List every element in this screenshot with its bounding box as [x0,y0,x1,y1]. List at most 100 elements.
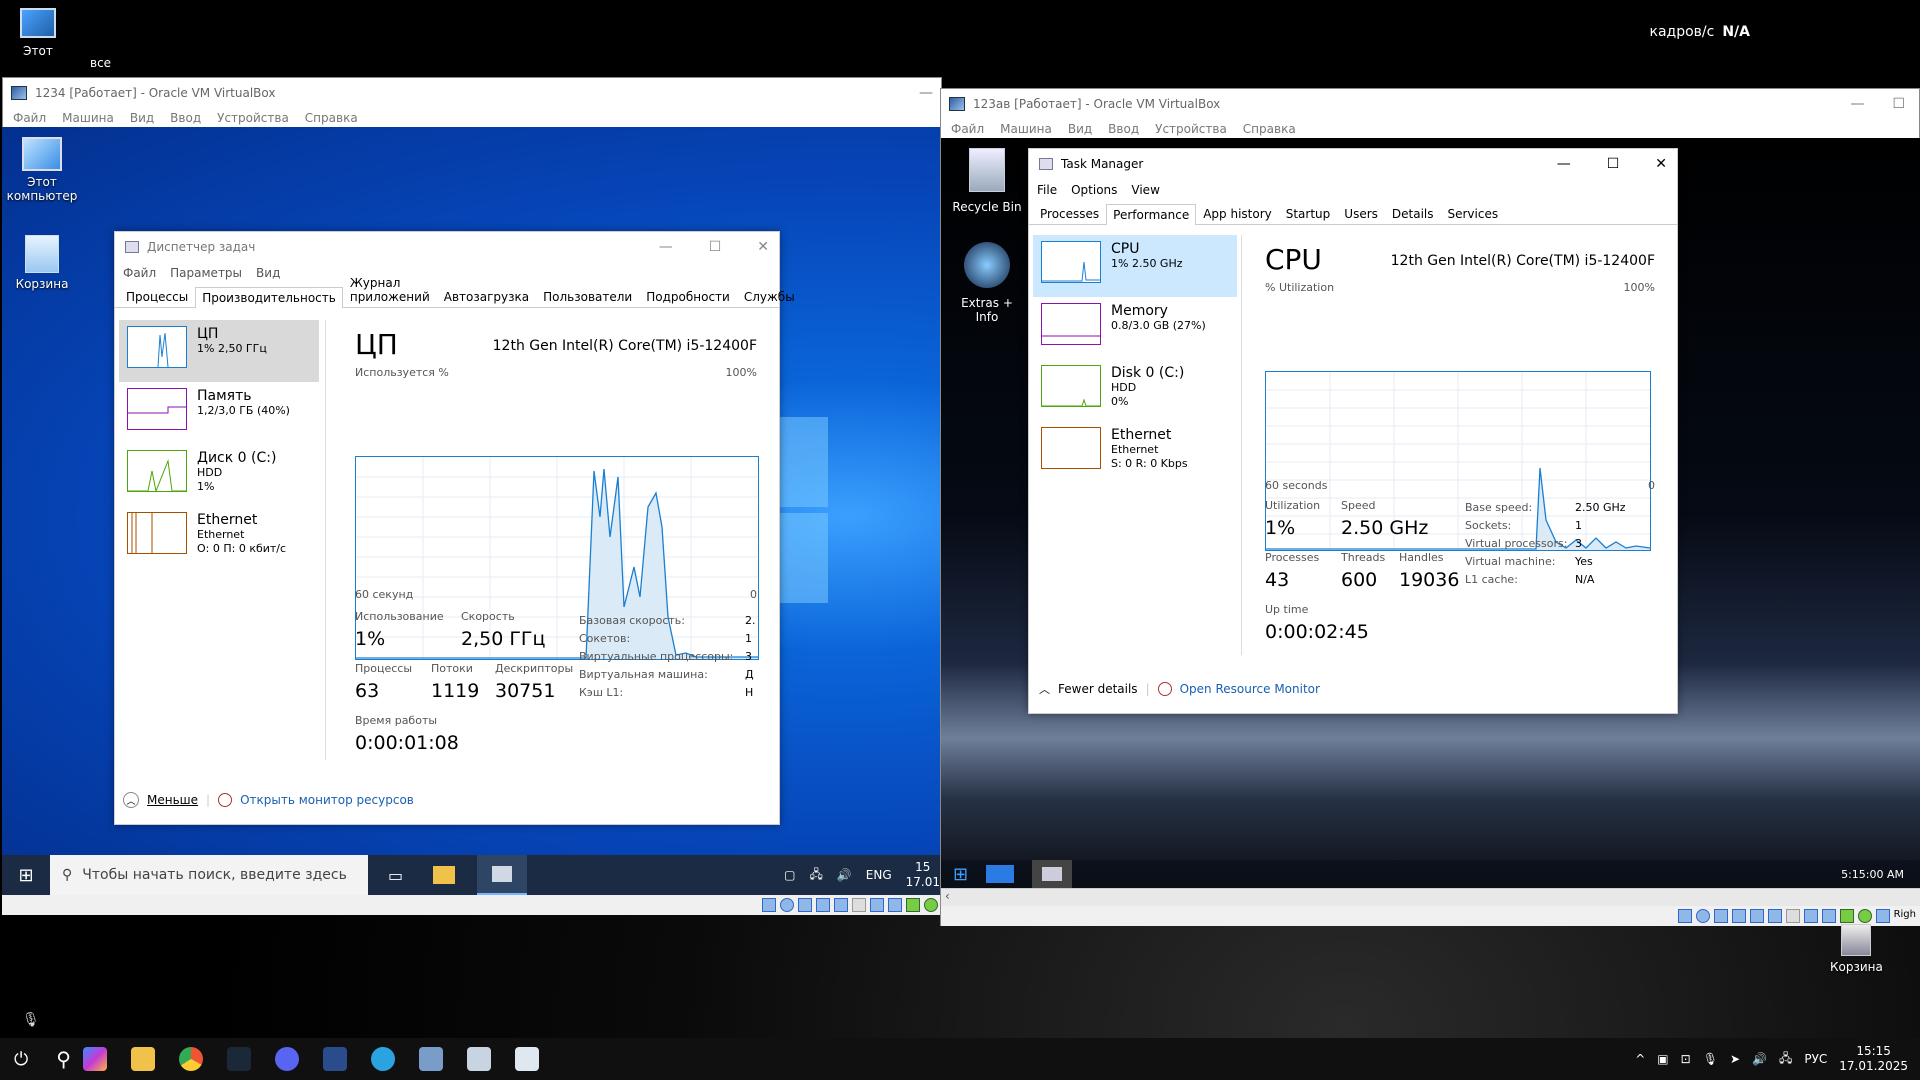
clock[interactable]: 5:15:00 AM [1841,868,1920,881]
tab-services[interactable]: Services [1441,203,1506,224]
language-indicator[interactable]: РУС [1804,1052,1827,1066]
windows-icon[interactable]: ⊞ [953,864,968,885]
taskbar-task-manager[interactable] [477,855,528,895]
menu-view[interactable]: Вид [256,266,280,280]
microphone-icon[interactable]: 🎙 [22,1012,40,1028]
menu-view[interactable]: View [1131,183,1159,197]
menu-help[interactable]: Справка [1243,122,1296,136]
menu-options[interactable]: Options [1071,183,1117,197]
audio-icon[interactable] [798,898,812,912]
tab-details[interactable]: Details [1385,203,1441,224]
tab-users[interactable]: Пользователи [536,286,639,307]
sidebar-item-ethernet[interactable]: Ethernet Ethernet О: 0 П: 0 кбит/с [119,506,319,568]
network-adapter-icon[interactable] [1731,909,1746,923]
menu-input[interactable]: Ввод [170,111,201,125]
telegram-tray-icon[interactable]: ➤ [1730,1052,1740,1066]
mouse-integration-icon[interactable] [924,898,938,912]
desktop-icon-recycle-bin[interactable]: Recycle Bin [949,148,1025,214]
tab-app-history[interactable]: Журнал приложений [343,272,437,307]
chevron-up-icon[interactable]: ︿ [123,792,139,808]
display-icon[interactable] [1803,909,1818,923]
minimize-icon[interactable]: — [1850,96,1864,112]
tab-performance[interactable]: Performance [1106,204,1197,225]
arrow-icon[interactable] [1875,909,1890,923]
volume-icon[interactable]: 🔊 [1752,1052,1767,1066]
clock[interactable]: 15:15 17.01.2025 [1839,1044,1908,1074]
sidebar-item-cpu[interactable]: CPU 1% 2.50 GHz [1033,235,1237,297]
tray-app-icon[interactable]: ▣ [1657,1052,1668,1066]
chevron-up-icon[interactable]: ︿ [1039,681,1050,697]
file-explorer-icon[interactable] [433,866,456,884]
cpu-load-icon[interactable] [1839,909,1854,923]
display-icon[interactable] [870,898,884,912]
network-icon[interactable]: 🖧 [809,865,822,886]
sidebar-item-disk[interactable]: Диск 0 (C:) HDD 1% [119,444,319,506]
tab-performance[interactable]: Производительность [195,287,343,308]
storage-icon[interactable] [1677,909,1692,923]
maximize-icon[interactable]: ☐ [1607,156,1620,172]
shared-folders-icon[interactable] [852,898,866,912]
start-button[interactable]: ⊞ [2,865,50,886]
desktop-icon-this-pc[interactable]: Этот компьютер [4,137,80,203]
sidebar-item-cpu[interactable]: ЦП 1% 2,50 ГГц [119,320,319,382]
menu-input[interactable]: Ввод [1108,122,1139,136]
menu-file[interactable]: Файл [123,266,156,280]
file-explorer-icon[interactable] [986,865,1015,883]
tab-users[interactable]: Users [1337,203,1385,224]
tab-startup[interactable]: Автозагрузка [437,286,536,307]
search-box[interactable]: ⚲ Чтобы начать поиск, введите здесь [50,855,368,895]
document-icon[interactable] [514,1047,539,1071]
usb-icon[interactable] [1749,909,1764,923]
menu-file[interactable]: Файл [13,111,46,125]
menu-devices[interactable]: Устройства [217,111,289,125]
optical-drive-icon[interactable] [780,898,794,912]
horizontal-scrollbar[interactable]: ‹ [941,888,1920,906]
storage-icon[interactable] [762,898,776,912]
language-indicator[interactable]: ENG [866,868,892,882]
telegram-icon[interactable] [370,1047,395,1071]
vbox-titlebar[interactable]: 1234 [Работает] - Oracle VM VirtualBox — [3,78,941,108]
recording-icon[interactable] [888,898,902,912]
audio-icon[interactable] [1713,909,1728,923]
close-icon[interactable]: ✕ [757,239,769,255]
menu-help[interactable]: Справка [305,111,358,125]
sidebar-item-memory[interactable]: Memory 0.8/3.0 GB (27%) [1033,297,1237,359]
menu-file[interactable]: File [1037,183,1057,197]
network-icon[interactable]: 🖧 [1779,1049,1792,1070]
chrome-icon[interactable] [178,1047,203,1071]
tab-details[interactable]: Подробности [639,286,737,307]
host-icon-all[interactable]: все [90,56,111,70]
desktop-icon-recycle-bin[interactable]: Корзина [4,235,80,291]
virtualbox-icon[interactable] [322,1047,347,1071]
fewer-details-link[interactable]: Fewer details [1058,682,1138,696]
sidebar-item-memory[interactable]: Память 1,2/3,0 ГБ (40%) [119,382,319,444]
task-manager-icon[interactable] [418,1047,443,1071]
taskbar-task-manager[interactable] [1032,860,1073,888]
network-adapter-icon[interactable] [816,898,830,912]
maximize-icon[interactable]: ☐ [1892,96,1905,112]
menu-options[interactable]: Параметры [170,266,242,280]
search-icon[interactable]: ⚲ [56,1047,71,1071]
task-manager-window-2[interactable]: Task Manager — ☐ ✕ File Options View Pro… [1028,148,1678,714]
desktop-icon-extras[interactable]: Extras + Info [949,242,1025,324]
menu-machine[interactable]: Машина [1000,122,1052,136]
recording-icon[interactable] [1821,909,1836,923]
shared-folders-icon[interactable] [1767,909,1782,923]
menu-view[interactable]: Вид [130,111,154,125]
task-view-icon[interactable]: ▭ [388,866,403,885]
sidebar-item-disk[interactable]: Disk 0 (C:) HDD 0% [1033,359,1237,421]
tm-titlebar[interactable]: Task Manager — ☐ ✕ [1029,149,1677,179]
tab-processes[interactable]: Процессы [119,286,195,307]
tab-services[interactable]: Службы [737,286,802,307]
close-icon[interactable]: ✕ [1655,156,1667,172]
scroll-left-icon[interactable]: ‹ [945,889,950,903]
tray-app-icon[interactable]: ⊡ [1681,1052,1691,1066]
discord-icon[interactable] [274,1047,299,1071]
vm-window-icon[interactable] [466,1047,491,1071]
mouse-integration-icon[interactable] [1857,909,1872,923]
clipboard-icon[interactable] [1785,909,1800,923]
menu-view[interactable]: Вид [1068,122,1092,136]
copilot-icon[interactable] [82,1047,107,1071]
maximize-icon[interactable]: ☐ [709,239,722,255]
menu-machine[interactable]: Машина [62,111,114,125]
